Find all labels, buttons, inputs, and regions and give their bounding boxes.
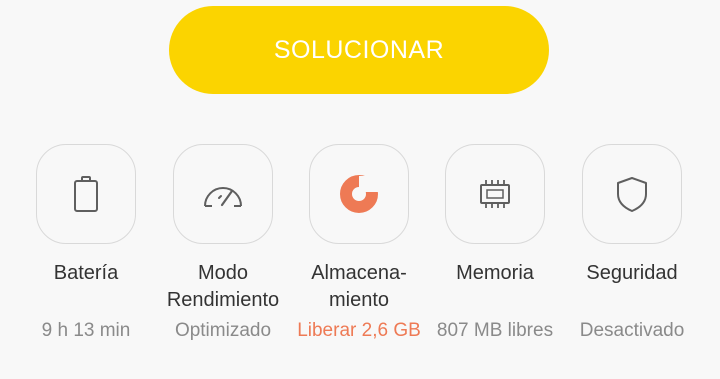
fix-button[interactable]: SOLUCIONAR (169, 6, 549, 94)
shield-icon (617, 177, 647, 212)
tile-storage-icon-box[interactable] (309, 144, 409, 244)
tile-battery-icon-box[interactable] (36, 144, 136, 244)
tile-memory-status: 807 MB libres (436, 320, 554, 341)
tile-battery[interactable]: Batería 9 h 13 min (18, 144, 154, 342)
tile-security[interactable]: Seguridad Desactivado (564, 144, 700, 342)
tile-security-icon-box[interactable] (582, 144, 682, 244)
memory-chip-icon (480, 180, 510, 208)
tile-memory-label: Memoria (456, 262, 534, 284)
tile-security-status: Desactivado (579, 320, 685, 341)
tile-storage-status: Liberar 2,6 GB (297, 320, 421, 341)
fix-button-label: SOLUCIONAR (273, 35, 445, 64)
tile-performance-label: Modo Rendimiento (166, 262, 280, 311)
tile-performance-mode[interactable]: Modo Rendimiento Optimizado (155, 144, 291, 342)
storage-pie-icon (340, 175, 379, 213)
tile-storage[interactable]: Almacena- miento Liberar 2,6 GB (291, 144, 427, 342)
tile-battery-label: Batería (53, 262, 119, 284)
tile-memory[interactable]: Memoria 807 MB libres (427, 144, 563, 342)
tile-performance-icon-box[interactable] (173, 144, 273, 244)
tile-storage-label: Almacena- miento (311, 262, 407, 311)
battery-icon (74, 176, 98, 212)
speedometer-icon (204, 187, 242, 207)
tile-security-label: Seguridad (586, 262, 678, 284)
tile-performance-status: Optimizado (174, 320, 272, 341)
device-care-tiles: Batería 9 h 13 min Modo Rendimiento Opti… (0, 144, 720, 364)
tile-memory-icon-box[interactable] (445, 144, 545, 244)
tile-battery-status: 9 h 13 min (41, 320, 131, 341)
